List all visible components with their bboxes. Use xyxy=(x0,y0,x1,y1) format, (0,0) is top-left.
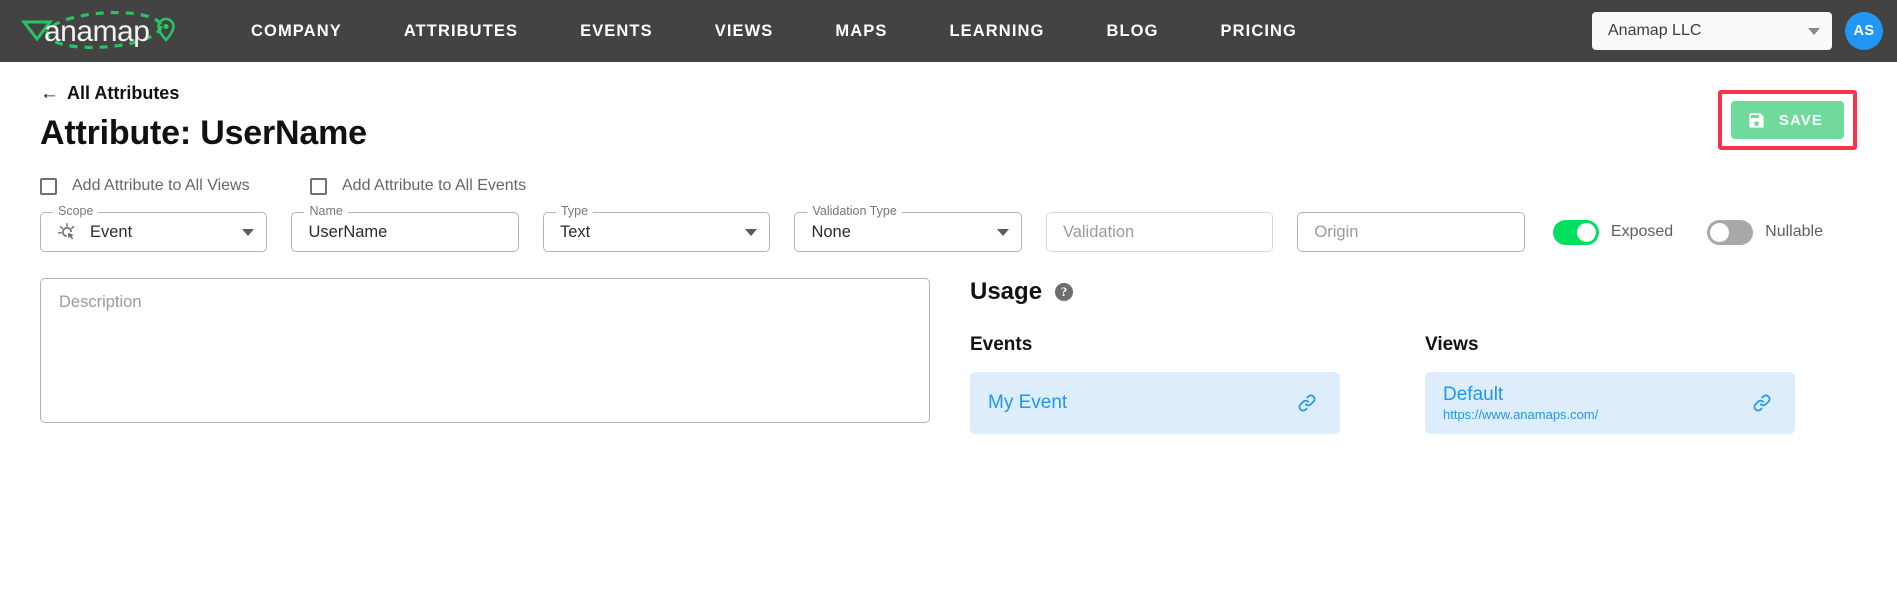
usage-events-heading: Events xyxy=(970,334,1033,355)
toggle-knob xyxy=(1576,222,1596,242)
chevron-down-icon xyxy=(242,228,255,236)
nullable-toggle-label: Nullable xyxy=(1765,223,1823,240)
ads-click-cursor-icon xyxy=(57,222,77,242)
usage-view-url: https://www.anamaps.com/ xyxy=(1443,407,1599,423)
scope-select[interactable]: Scope Event xyxy=(40,205,268,252)
nav-link-learning[interactable]: LEARNING xyxy=(918,14,1075,49)
exposed-toggle-label: Exposed xyxy=(1610,223,1674,240)
usage-event-card-text: My Event xyxy=(988,392,1296,414)
save-button[interactable]: SAVE xyxy=(1730,101,1844,139)
question-mark-help-icon[interactable]: ? xyxy=(1055,283,1074,301)
attribute-scope-checkboxes: Add Attribute to All Views Add Attribute… xyxy=(40,177,1857,195)
checkbox-add-to-all-views[interactable]: Add Attribute to All Views xyxy=(40,177,310,195)
anamap-logo[interactable]: anamap xyxy=(16,9,188,53)
validation-type-value: None xyxy=(811,222,851,241)
save-button-label: SAVE xyxy=(1778,111,1823,129)
usage-header: Usage ? xyxy=(970,278,1857,306)
floppy-disk-save-icon xyxy=(1749,112,1764,128)
validation-type-field-label: Validation Type xyxy=(807,205,902,218)
nav-link-views[interactable]: VIEWS xyxy=(684,14,805,49)
usage-event-name: My Event xyxy=(988,392,1068,414)
nav-right-cluster: Anamap LLC AS xyxy=(1592,12,1883,50)
nav-link-maps[interactable]: MAPS xyxy=(804,14,918,49)
validation-type-select[interactable]: Validation Type None xyxy=(794,205,1022,252)
nav-link-attributes[interactable]: ATTRIBUTES xyxy=(373,14,549,49)
type-field-label: Type xyxy=(555,205,594,218)
checkbox-add-to-all-events[interactable]: Add Attribute to All Events xyxy=(310,177,526,195)
checkbox-label-all-events: Add Attribute to All Events xyxy=(342,177,527,194)
svg-text:anamap: anamap xyxy=(44,15,149,48)
usage-event-card[interactable]: My Event xyxy=(970,372,1340,434)
top-navigation-bar: anamap COMPANY ATTRIBUTES EVENTS VIEWS M… xyxy=(0,0,1897,62)
exposed-toggle-group: Exposed xyxy=(1552,219,1674,245)
name-value: UserName xyxy=(308,222,388,241)
origin-field[interactable]: Origin xyxy=(1297,212,1525,252)
usage-views-column: Views Default https://www.anamaps.com/ xyxy=(1425,334,1795,434)
validation-field[interactable]: Validation xyxy=(1045,212,1274,252)
chevron-down-icon xyxy=(1808,27,1820,35)
exposed-toggle[interactable] xyxy=(1552,219,1599,245)
description-textarea[interactable]: Description xyxy=(40,278,930,423)
name-field-label: Name xyxy=(304,205,348,218)
nullable-toggle-group: Nullable xyxy=(1707,219,1823,245)
validation-placeholder: Validation xyxy=(1062,222,1135,241)
chevron-down-icon xyxy=(745,228,758,236)
usage-views-heading: Views xyxy=(1425,334,1479,355)
type-value: Text xyxy=(559,222,591,241)
nav-link-pricing[interactable]: PRICING xyxy=(1190,14,1328,49)
link-chain-icon[interactable] xyxy=(1751,392,1773,414)
organization-selector-value: Anamap LLC xyxy=(1608,22,1702,39)
breadcrumb-all-attributes[interactable]: ← All Attributes xyxy=(40,83,179,104)
usage-columns: Events My Event Views Default https://ww… xyxy=(970,334,1857,434)
user-avatar[interactable]: AS xyxy=(1845,12,1883,50)
nav-link-blog[interactable]: BLOG xyxy=(1075,14,1189,49)
breadcrumb-label: All Attributes xyxy=(67,83,180,103)
checkbox-box-icon[interactable] xyxy=(310,177,327,195)
nav-link-company[interactable]: COMPANY xyxy=(220,14,373,49)
checkbox-box-icon[interactable] xyxy=(40,177,57,195)
page-title: Attribute: UserName xyxy=(40,114,367,152)
usage-section: Usage ? Events My Event Views Default ht… xyxy=(970,278,1857,434)
page-content: ← All Attributes Attribute: UserName SAV… xyxy=(0,62,1897,434)
origin-placeholder: Origin xyxy=(1314,222,1359,241)
description-usage-split: Description Usage ? Events My Event View… xyxy=(40,278,1857,434)
usage-view-card-text: Default https://www.anamaps.com/ xyxy=(1443,384,1751,423)
usage-view-name: Default xyxy=(1443,383,1504,405)
usage-title: Usage xyxy=(970,278,1043,305)
link-chain-icon[interactable] xyxy=(1296,392,1318,414)
toggle-knob xyxy=(1710,222,1730,242)
type-select[interactable]: Type Text xyxy=(542,205,771,252)
back-arrow-icon: ← xyxy=(40,83,59,104)
scope-value: Event xyxy=(90,222,133,241)
checkbox-label-all-views: Add Attribute to All Views xyxy=(72,177,250,194)
name-field[interactable]: Name UserName xyxy=(291,205,519,252)
nullable-toggle[interactable] xyxy=(1707,219,1754,245)
scope-field-label: Scope xyxy=(53,205,99,218)
usage-events-column: Events My Event xyxy=(970,334,1340,434)
organization-selector[interactable]: Anamap LLC xyxy=(1592,12,1832,50)
usage-view-card[interactable]: Default https://www.anamaps.com/ xyxy=(1425,372,1795,434)
main-nav-links: COMPANY ATTRIBUTES EVENTS VIEWS MAPS LEA… xyxy=(220,14,1328,49)
save-button-highlight: SAVE xyxy=(1717,90,1857,150)
chevron-down-icon xyxy=(996,228,1009,236)
logo-graphic: anamap xyxy=(20,10,175,50)
attribute-fields-row: Scope Event Name UserName Type Text Vali… xyxy=(40,205,1857,252)
nav-link-events[interactable]: EVENTS xyxy=(549,14,684,49)
